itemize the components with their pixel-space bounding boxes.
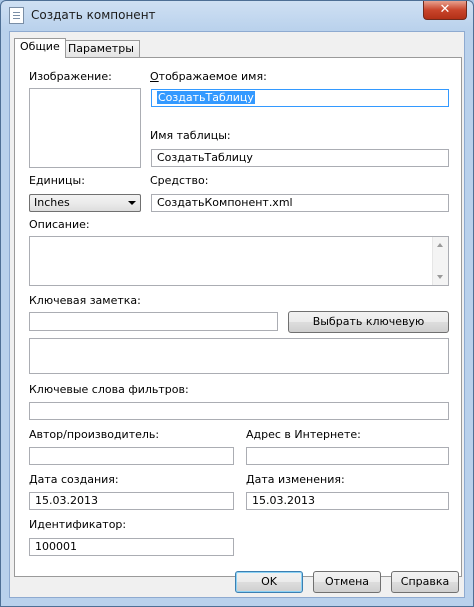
ok-button[interactable]: OK — [235, 571, 303, 593]
help-button[interactable]: Справка — [391, 571, 459, 593]
created-date-input[interactable]: 15.03.2013 — [29, 492, 234, 510]
description-textarea[interactable] — [29, 236, 449, 286]
image-preview[interactable] — [29, 88, 141, 168]
title-bar[interactable]: Создать компонент ✕ — [1, 1, 473, 31]
modified-date-label: Дата изменения: — [246, 473, 345, 486]
tab-parameters[interactable]: Параметры — [62, 40, 140, 57]
dialog-client: Общие Параметры Изображение: Отображаемо… — [9, 31, 465, 598]
close-button[interactable]: ✕ — [423, 1, 467, 20]
units-label: Единицы: — [29, 174, 85, 187]
identifier-label: Идентификатор: — [29, 518, 127, 531]
description-scrollbar[interactable] — [432, 237, 448, 285]
identifier-input[interactable]: 100001 — [29, 538, 234, 556]
filter-keywords-input[interactable] — [29, 402, 449, 420]
url-label: Адрес в Интернете: — [246, 428, 361, 441]
window-title: Создать компонент — [31, 8, 156, 22]
dialog-window: Создать компонент ✕ Общие Параметры Изоб… — [0, 0, 474, 607]
tool-label: Средство: — [150, 174, 209, 187]
key-note-input[interactable] — [29, 312, 278, 331]
select-key-note-button[interactable]: Выбрать ключевую заметку... — [288, 311, 449, 348]
filter-keywords-label: Ключевые слова фильтров: — [29, 383, 189, 396]
description-label: Описание: — [29, 218, 90, 231]
units-select[interactable]: Inches — [29, 194, 141, 212]
cancel-button[interactable]: Отмена — [313, 571, 381, 593]
table-name-input[interactable]: СоздатьТаблицу — [151, 149, 449, 167]
tab-general[interactable]: Общие — [14, 38, 66, 58]
url-input[interactable] — [246, 447, 449, 465]
tool-input[interactable]: СоздатьКомпонент.xml — [151, 194, 449, 212]
table-name-label: Имя таблицы: — [150, 129, 231, 142]
tab-panel-general: Изображение: Отображаемое имя: СоздатьТа… — [14, 57, 462, 577]
chevron-down-icon — [128, 201, 136, 205]
units-selected-value: Inches — [34, 196, 70, 209]
key-note-text — [29, 338, 449, 374]
scroll-up-icon[interactable] — [437, 243, 443, 247]
scroll-down-icon[interactable] — [437, 275, 443, 279]
key-note-label: Ключевая заметка: — [29, 294, 141, 307]
document-icon — [9, 7, 24, 24]
author-input[interactable] — [29, 447, 234, 465]
display-name-label: Отображаемое имя: — [150, 70, 267, 83]
author-label: Автор/производитель: — [29, 428, 160, 441]
display-name-input[interactable]: СоздатьТаблицу — [151, 89, 449, 107]
created-date-label: Дата создания: — [29, 473, 119, 486]
image-label: Изображение: — [29, 70, 112, 83]
modified-date-input[interactable]: 15.03.2013 — [246, 492, 449, 510]
